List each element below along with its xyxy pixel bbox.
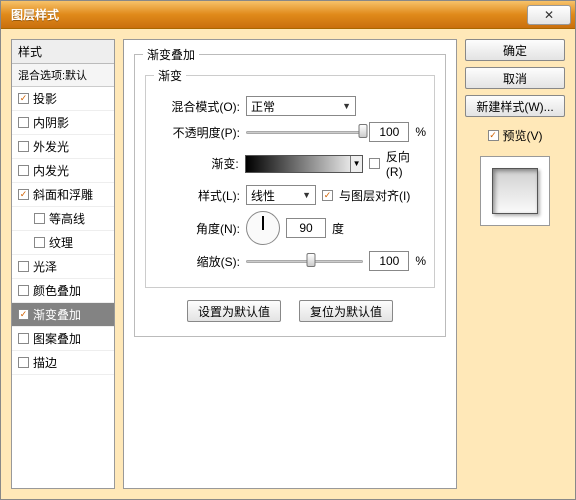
sidebar-item-checkbox[interactable] bbox=[18, 357, 29, 368]
layer-style-dialog: 图层样式 ✕ 样式 混合选项:默认 投影内阴影外发光内发光斜面和浮雕等高线纹理光… bbox=[0, 0, 576, 500]
blend-mode-select[interactable]: 正常 ▼ bbox=[246, 96, 356, 116]
sidebar-item-label: 颜色叠加 bbox=[33, 282, 81, 299]
sidebar-header[interactable]: 样式 bbox=[12, 40, 114, 64]
preview-swatch bbox=[492, 168, 538, 214]
angle-unit: 度 bbox=[332, 220, 344, 237]
chevron-down-icon: ▼ bbox=[342, 101, 351, 111]
sidebar-subheader[interactable]: 混合选项:默认 bbox=[12, 64, 114, 87]
sidebar-item-checkbox[interactable] bbox=[18, 141, 29, 152]
blend-mode-row: 混合模式(O): 正常 ▼ bbox=[154, 96, 426, 116]
scale-input[interactable] bbox=[369, 251, 409, 271]
sidebar-item-label: 外发光 bbox=[33, 138, 69, 155]
new-style-button[interactable]: 新建样式(W)... bbox=[465, 95, 565, 117]
angle-label: 角度(N): bbox=[154, 220, 240, 237]
chevron-down-icon: ▼ bbox=[302, 190, 311, 200]
align-checkbox[interactable] bbox=[322, 190, 333, 201]
dialog-body: 样式 混合选项:默认 投影内阴影外发光内发光斜面和浮雕等高线纹理光泽颜色叠加渐变… bbox=[1, 29, 575, 499]
titlebar: 图层样式 ✕ bbox=[1, 1, 575, 29]
sidebar-item-label: 纹理 bbox=[49, 234, 73, 251]
cancel-button[interactable]: 取消 bbox=[465, 67, 565, 89]
sidebar-item-checkbox[interactable] bbox=[18, 117, 29, 128]
scale-unit: % bbox=[415, 254, 426, 268]
sidebar-item-checkbox[interactable] bbox=[34, 213, 45, 224]
style-value: 线性 bbox=[251, 187, 275, 204]
gradient-row: 渐变: ▼ 反向(R) bbox=[154, 148, 426, 179]
style-label: 样式(L): bbox=[154, 187, 240, 204]
sidebar-item-0[interactable]: 投影 bbox=[12, 87, 114, 111]
style-select[interactable]: 线性 ▼ bbox=[246, 185, 316, 205]
sidebar-item-7[interactable]: 光泽 bbox=[12, 255, 114, 279]
preview-checkbox[interactable] bbox=[488, 130, 499, 141]
default-buttons-row: 设置为默认值 复位为默认值 bbox=[145, 300, 435, 322]
sidebar-item-label: 投影 bbox=[33, 90, 57, 107]
align-label: 与图层对齐(I) bbox=[339, 187, 410, 204]
reverse-checkbox[interactable] bbox=[369, 158, 380, 169]
sidebar-item-4[interactable]: 斜面和浮雕 bbox=[12, 183, 114, 207]
sidebar-item-label: 渐变叠加 bbox=[33, 306, 81, 323]
section-title: 渐变叠加 bbox=[143, 46, 199, 63]
sidebar-item-checkbox[interactable] bbox=[18, 333, 29, 344]
main-panel: 渐变叠加 渐变 混合模式(O): 正常 ▼ 不透明度(P): bbox=[123, 39, 457, 489]
scale-row: 缩放(S): % bbox=[154, 251, 426, 271]
sidebar-item-label: 等高线 bbox=[49, 210, 85, 227]
sidebar-item-checkbox[interactable] bbox=[18, 189, 29, 200]
opacity-unit: % bbox=[415, 125, 426, 139]
sidebar-item-label: 描边 bbox=[33, 354, 57, 371]
opacity-row: 不透明度(P): % bbox=[154, 122, 426, 142]
window-title: 图层样式 bbox=[5, 6, 59, 23]
sidebar-item-label: 图案叠加 bbox=[33, 330, 81, 347]
sidebar-item-8[interactable]: 颜色叠加 bbox=[12, 279, 114, 303]
reverse-label: 反向(R) bbox=[386, 148, 426, 179]
sidebar-item-5[interactable]: 等高线 bbox=[12, 207, 114, 231]
blend-mode-label: 混合模式(O): bbox=[154, 98, 240, 115]
scale-label: 缩放(S): bbox=[154, 253, 240, 270]
scale-thumb[interactable] bbox=[306, 253, 315, 267]
sidebar-item-9[interactable]: 渐变叠加 bbox=[12, 303, 114, 327]
sidebar-item-11[interactable]: 描边 bbox=[12, 351, 114, 375]
ok-button[interactable]: 确定 bbox=[465, 39, 565, 61]
restore-default-button[interactable]: 复位为默认值 bbox=[299, 300, 393, 322]
opacity-thumb[interactable] bbox=[359, 124, 368, 138]
sidebar-item-1[interactable]: 内阴影 bbox=[12, 111, 114, 135]
close-icon: ✕ bbox=[544, 8, 554, 22]
preview-label: 预览(V) bbox=[503, 127, 543, 144]
styles-sidebar: 样式 混合选项:默认 投影内阴影外发光内发光斜面和浮雕等高线纹理光泽颜色叠加渐变… bbox=[11, 39, 115, 489]
sidebar-item-2[interactable]: 外发光 bbox=[12, 135, 114, 159]
sidebar-item-checkbox[interactable] bbox=[18, 309, 29, 320]
sidebar-item-checkbox[interactable] bbox=[18, 165, 29, 176]
preview-box bbox=[480, 156, 550, 226]
sidebar-item-label: 光泽 bbox=[33, 258, 57, 275]
sidebar-item-3[interactable]: 内发光 bbox=[12, 159, 114, 183]
angle-hand bbox=[262, 216, 264, 230]
section-fieldset: 渐变叠加 渐变 混合模式(O): 正常 ▼ 不透明度(P): bbox=[134, 54, 446, 337]
angle-row: 角度(N): 度 bbox=[154, 211, 426, 245]
set-default-button[interactable]: 设置为默认值 bbox=[187, 300, 281, 322]
gradient-label: 渐变: bbox=[154, 155, 239, 172]
gradient-picker[interactable]: ▼ bbox=[245, 155, 363, 173]
right-column: 确定 取消 新建样式(W)... 预览(V) bbox=[465, 39, 565, 489]
sidebar-item-10[interactable]: 图案叠加 bbox=[12, 327, 114, 351]
sidebar-item-checkbox[interactable] bbox=[18, 93, 29, 104]
sidebar-item-label: 斜面和浮雕 bbox=[33, 186, 93, 203]
gradient-dropdown-icon[interactable]: ▼ bbox=[350, 156, 362, 172]
opacity-input[interactable] bbox=[369, 122, 409, 142]
blend-mode-value: 正常 bbox=[251, 98, 275, 115]
opacity-label: 不透明度(P): bbox=[154, 124, 240, 141]
sidebar-item-checkbox[interactable] bbox=[18, 261, 29, 272]
sidebar-item-6[interactable]: 纹理 bbox=[12, 231, 114, 255]
sidebar-item-label: 内阴影 bbox=[33, 114, 69, 131]
close-button[interactable]: ✕ bbox=[527, 5, 571, 25]
gradient-group: 渐变 混合模式(O): 正常 ▼ 不透明度(P): bbox=[145, 75, 435, 288]
scale-slider[interactable] bbox=[246, 252, 363, 270]
group-title: 渐变 bbox=[154, 67, 186, 84]
opacity-slider[interactable] bbox=[246, 123, 363, 141]
style-row: 样式(L): 线性 ▼ 与图层对齐(I) bbox=[154, 185, 426, 205]
sidebar-item-checkbox[interactable] bbox=[18, 285, 29, 296]
sidebar-item-label: 内发光 bbox=[33, 162, 69, 179]
angle-dial[interactable] bbox=[246, 211, 280, 245]
angle-input[interactable] bbox=[286, 218, 326, 238]
sidebar-item-checkbox[interactable] bbox=[34, 237, 45, 248]
